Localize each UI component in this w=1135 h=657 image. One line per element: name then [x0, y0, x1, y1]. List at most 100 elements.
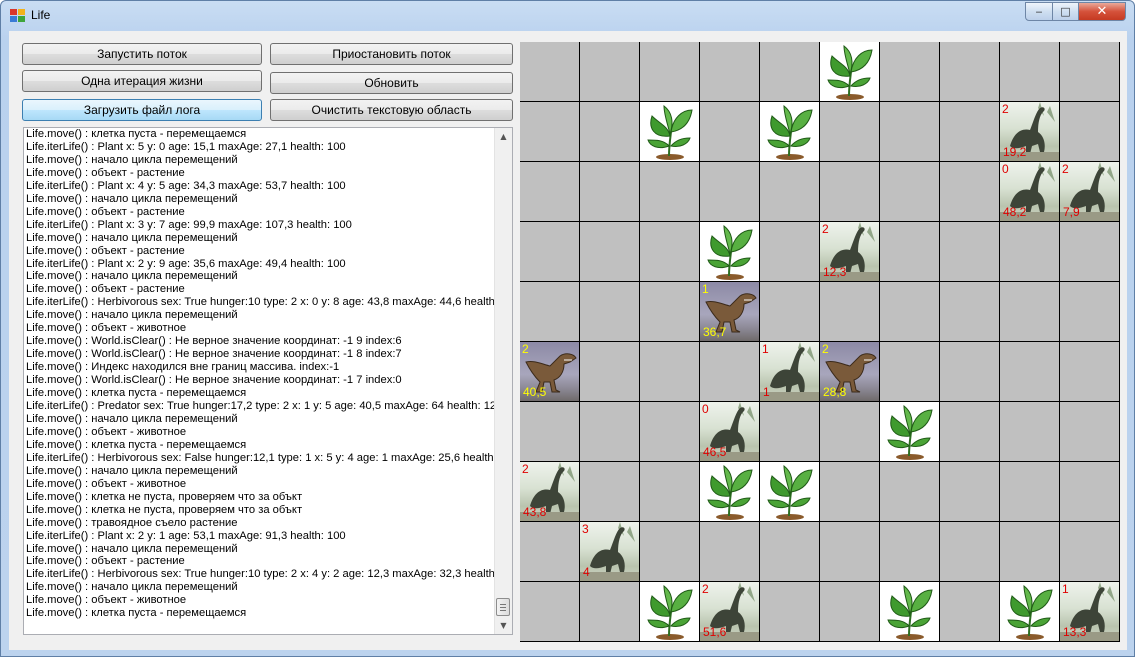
- grid-cell-empty[interactable]: [1000, 462, 1059, 521]
- log-scrollbar[interactable]: ▲ ▼: [494, 128, 512, 634]
- grid-cell-empty[interactable]: [760, 162, 819, 221]
- start-thread-button[interactable]: Запустить поток: [22, 43, 262, 65]
- grid-cell-herbivore[interactable]: 0 46,5: [700, 402, 759, 461]
- grid-cell-predator[interactable]: 2 28,8: [820, 342, 879, 401]
- grid-cell-predator[interactable]: 2 40,5: [520, 342, 579, 401]
- grid-cell-empty[interactable]: [520, 522, 579, 581]
- grid-cell-plant[interactable]: [880, 402, 939, 461]
- grid-cell-empty[interactable]: [880, 282, 939, 341]
- grid-cell-empty[interactable]: [820, 102, 879, 161]
- grid-cell-empty[interactable]: [700, 162, 759, 221]
- grid-cell-empty[interactable]: [640, 342, 699, 401]
- grid-cell-empty[interactable]: [1000, 342, 1059, 401]
- grid-cell-empty[interactable]: [580, 102, 639, 161]
- grid-cell-empty[interactable]: [940, 522, 999, 581]
- grid-cell-plant[interactable]: [640, 102, 699, 161]
- grid-cell-empty[interactable]: [1060, 462, 1119, 521]
- grid-cell-herbivore[interactable]: 34: [580, 522, 639, 581]
- grid-cell-empty[interactable]: [1060, 282, 1119, 341]
- maximize-button[interactable]: □: [1052, 2, 1079, 21]
- grid-cell-empty[interactable]: [700, 102, 759, 161]
- grid-cell-empty[interactable]: [580, 282, 639, 341]
- grid-cell-empty[interactable]: [580, 42, 639, 101]
- grid-cell-herbivore[interactable]: 2 43,8: [520, 462, 579, 521]
- grid-cell-empty[interactable]: [640, 42, 699, 101]
- grid-cell-empty[interactable]: [1000, 522, 1059, 581]
- grid-cell-empty[interactable]: [520, 102, 579, 161]
- refresh-button[interactable]: Обновить: [270, 72, 513, 94]
- grid-cell-empty[interactable]: [520, 282, 579, 341]
- grid-cell-empty[interactable]: [760, 402, 819, 461]
- pause-thread-button[interactable]: Приостановить поток: [270, 43, 513, 65]
- grid-cell-herbivore[interactable]: 1 13,3: [1060, 582, 1119, 641]
- grid-cell-empty[interactable]: [580, 582, 639, 641]
- grid-cell-herbivore[interactable]: 2 19,2: [1000, 102, 1059, 161]
- grid-cell-empty[interactable]: [760, 282, 819, 341]
- grid-cell-empty[interactable]: [880, 342, 939, 401]
- grid-cell-herbivore[interactable]: 11: [760, 342, 819, 401]
- grid-cell-empty[interactable]: [580, 222, 639, 281]
- clear-text-button[interactable]: Очистить текстовую область: [270, 99, 513, 121]
- grid-cell-empty[interactable]: [940, 462, 999, 521]
- grid-cell-empty[interactable]: [640, 282, 699, 341]
- title-bar[interactable]: Life ‒ □ ✕: [1, 1, 1134, 31]
- log-textarea[interactable]: Life.move() : клетка пуста - перемещаемс…: [23, 127, 513, 635]
- scroll-thumb[interactable]: [496, 598, 510, 616]
- grid-cell-empty[interactable]: [940, 282, 999, 341]
- grid-cell-herbivore[interactable]: 0 48,2: [1000, 162, 1059, 221]
- minimize-button[interactable]: ‒: [1025, 2, 1053, 21]
- grid-cell-empty[interactable]: [820, 162, 879, 221]
- grid-cell-herbivore[interactable]: 2 51,6: [700, 582, 759, 641]
- grid-cell-empty[interactable]: [700, 522, 759, 581]
- grid-cell-plant[interactable]: [700, 222, 759, 281]
- grid-cell-empty[interactable]: [940, 222, 999, 281]
- grid-cell-empty[interactable]: [1000, 402, 1059, 461]
- grid-cell-empty[interactable]: [940, 402, 999, 461]
- grid-cell-empty[interactable]: [640, 462, 699, 521]
- grid-cell-plant[interactable]: [820, 42, 879, 101]
- grid-cell-empty[interactable]: [880, 42, 939, 101]
- world-grid[interactable]: 2 19,2 0 48,2 2 7,9 2 12,3 1 36,7 2 40,5 11 22…: [520, 42, 1120, 642]
- grid-cell-empty[interactable]: [1000, 222, 1059, 281]
- one-iteration-button[interactable]: Одна итерация жизни: [22, 70, 262, 92]
- grid-cell-empty[interactable]: [880, 102, 939, 161]
- grid-cell-empty[interactable]: [520, 222, 579, 281]
- grid-cell-empty[interactable]: [880, 162, 939, 221]
- grid-cell-empty[interactable]: [1060, 522, 1119, 581]
- grid-cell-herbivore[interactable]: 2 12,3: [820, 222, 879, 281]
- grid-cell-herbivore[interactable]: 2 7,9: [1060, 162, 1119, 221]
- grid-cell-empty[interactable]: [580, 342, 639, 401]
- close-button[interactable]: ✕: [1078, 2, 1126, 21]
- grid-cell-empty[interactable]: [580, 162, 639, 221]
- load-log-button[interactable]: Загрузить файл лога: [22, 99, 262, 121]
- grid-cell-plant[interactable]: [880, 582, 939, 641]
- grid-cell-empty[interactable]: [760, 42, 819, 101]
- grid-cell-empty[interactable]: [1060, 102, 1119, 161]
- grid-cell-empty[interactable]: [700, 342, 759, 401]
- grid-cell-plant[interactable]: [760, 102, 819, 161]
- grid-cell-empty[interactable]: [1000, 282, 1059, 341]
- grid-cell-empty[interactable]: [820, 522, 879, 581]
- grid-cell-empty[interactable]: [640, 162, 699, 221]
- grid-cell-empty[interactable]: [1060, 342, 1119, 401]
- grid-cell-empty[interactable]: [1060, 402, 1119, 461]
- grid-cell-empty[interactable]: [700, 42, 759, 101]
- grid-cell-empty[interactable]: [820, 282, 879, 341]
- grid-cell-empty[interactable]: [820, 462, 879, 521]
- grid-cell-empty[interactable]: [520, 402, 579, 461]
- grid-cell-empty[interactable]: [880, 522, 939, 581]
- grid-cell-plant[interactable]: [760, 462, 819, 521]
- grid-cell-empty[interactable]: [940, 342, 999, 401]
- grid-cell-empty[interactable]: [940, 162, 999, 221]
- grid-cell-predator[interactable]: 1 36,7: [700, 282, 759, 341]
- grid-cell-empty[interactable]: [880, 222, 939, 281]
- grid-cell-empty[interactable]: [880, 462, 939, 521]
- grid-cell-empty[interactable]: [760, 222, 819, 281]
- grid-cell-empty[interactable]: [940, 582, 999, 641]
- grid-cell-empty[interactable]: [640, 522, 699, 581]
- grid-cell-plant[interactable]: [640, 582, 699, 641]
- scroll-up-icon[interactable]: ▲: [495, 128, 512, 145]
- grid-cell-empty[interactable]: [760, 522, 819, 581]
- grid-cell-empty[interactable]: [640, 402, 699, 461]
- grid-cell-empty[interactable]: [580, 402, 639, 461]
